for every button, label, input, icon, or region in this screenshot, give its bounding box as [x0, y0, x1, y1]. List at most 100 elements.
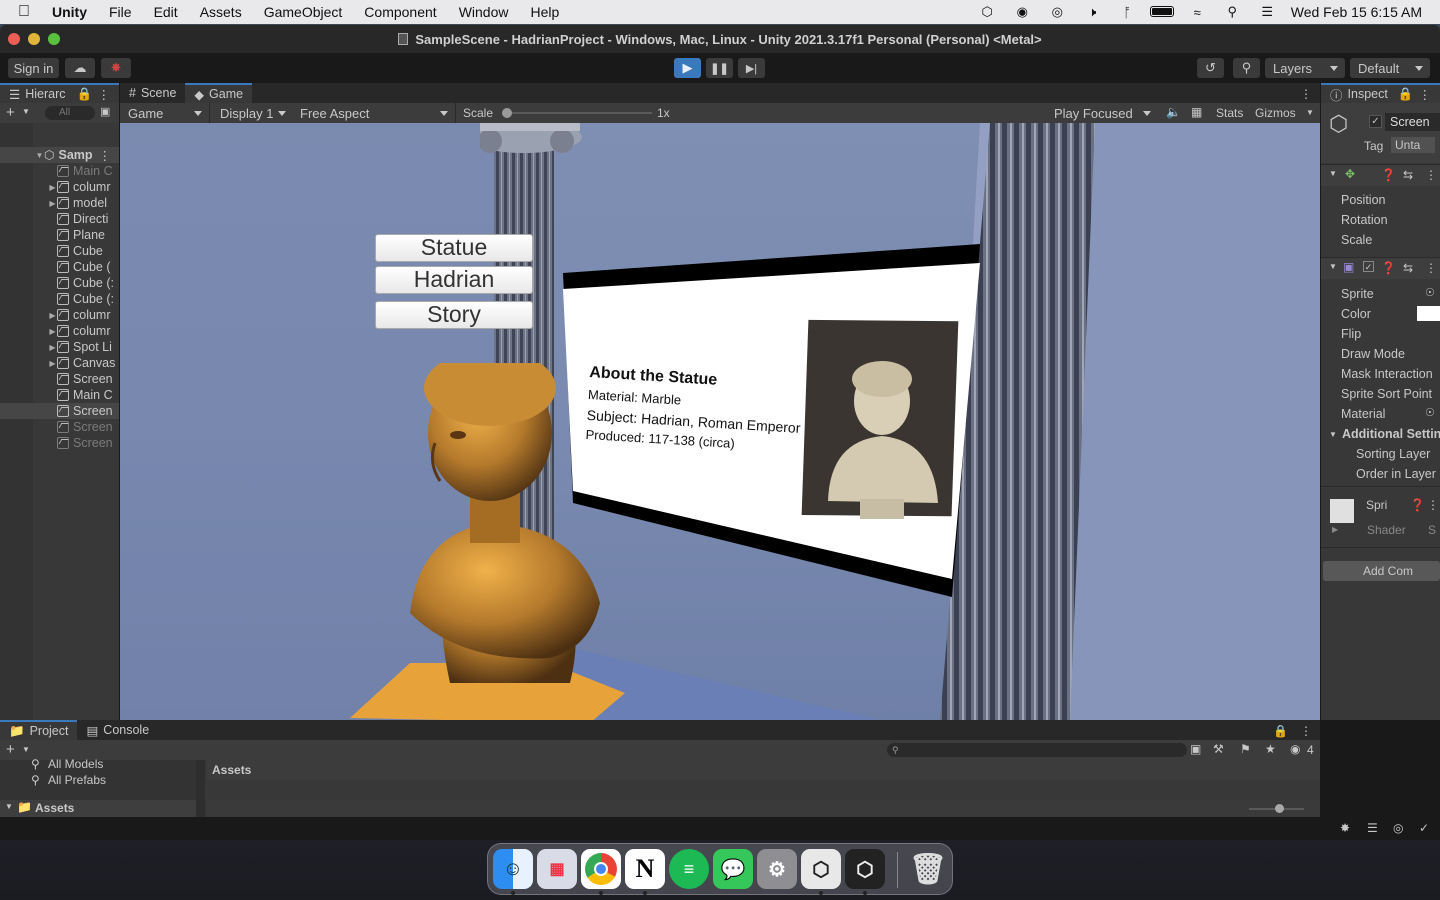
menu-file[interactable]: File [98, 4, 143, 20]
menu-app-name[interactable]: Unity [41, 4, 98, 20]
help-icon[interactable]: ❓ [1410, 498, 1425, 512]
trash-icon[interactable]: 🗑 [908, 849, 948, 889]
preset-icon[interactable]: ⇆ [1403, 168, 1413, 182]
wifi-icon[interactable]: ≈ [1180, 5, 1215, 20]
tab-scene[interactable]: # Scene [120, 83, 186, 103]
search-icon[interactable]: ⚲ [1233, 58, 1260, 78]
hierarchy-item[interactable]: ▶ Canvas [0, 355, 119, 371]
finder-icon[interactable]: ☺ [493, 849, 533, 889]
stats-grid-icon[interactable]: ▦ [1191, 105, 1202, 119]
hierarchy-item[interactable]: Screen [0, 403, 119, 419]
hierarchy-item[interactable]: Main C [0, 387, 119, 403]
scale-slider-thumb[interactable] [502, 108, 512, 118]
hadrian-button[interactable]: Hadrian [375, 266, 533, 294]
tag-dropdown[interactable]: Unta [1391, 137, 1435, 153]
play-button[interactable]: ▶ [674, 58, 701, 78]
messages-icon[interactable]: 💬 [713, 849, 753, 889]
add-icon[interactable]: + [6, 741, 15, 758]
step-button[interactable]: ▶| [738, 58, 765, 78]
expand-arrow-icon[interactable]: ▶ [48, 183, 57, 192]
kebab-menu-icon[interactable]: ⋮ [1427, 498, 1439, 512]
statue-button[interactable]: Statue [375, 234, 533, 262]
scale-slider[interactable] [502, 108, 652, 118]
tab-hierarchy[interactable]: ☰ Hierarc 🔒 ⋮ [0, 83, 119, 103]
game-viewport[interactable]: About the Statue Material: Marble Subjec… [120, 123, 1320, 720]
expand-arrow-icon[interactable]: ▶ [48, 311, 57, 320]
expand-arrow-icon[interactable]: ▼ [1329, 430, 1337, 439]
story-button[interactable]: Story [375, 301, 533, 329]
help-icon[interactable]: ❓ [1381, 168, 1396, 182]
hierarchy-item[interactable]: Cube (: [0, 291, 119, 307]
auto-generate-lighting-icon[interactable]: ◎ [1393, 821, 1403, 835]
cloud-icon[interactable]: ☁ [65, 58, 95, 78]
additional-settings-label[interactable]: Additional Settin [1342, 427, 1440, 441]
chevron-down-icon[interactable]: ▼ [1306, 108, 1314, 117]
unity-hub-icon[interactable]: ⬡ [801, 849, 841, 889]
debug-icon[interactable]: ✸ [1340, 821, 1350, 835]
history-icon[interactable]: ↺ [1197, 58, 1224, 78]
object-name-field[interactable]: Screen [1385, 113, 1440, 131]
collab-icon[interactable]: ✸ [101, 58, 131, 78]
spotlight-search-icon[interactable]: ⚲ [1215, 4, 1250, 20]
volume-icon[interactable]: 🕨 [1075, 4, 1110, 20]
layout-dropdown[interactable]: Default [1350, 58, 1430, 78]
pause-button[interactable]: ❚❚ [706, 58, 733, 78]
layers-dropdown[interactable]: Layers [1265, 58, 1345, 78]
expand-arrow-icon[interactable]: ▼ [1329, 262, 1337, 271]
star-icon[interactable]: ★ [1265, 742, 1276, 756]
gizmos-button[interactable]: Gizmos [1255, 106, 1296, 120]
expand-arrow-icon[interactable]: ▼ [5, 802, 13, 811]
favorite-all-prefabs[interactable]: All Prefabs [48, 773, 106, 787]
scene-visibility-icon[interactable]: ▣ [100, 105, 110, 118]
menu-assets[interactable]: Assets [189, 4, 253, 20]
project-search-input[interactable]: ⚲ [887, 743, 1187, 757]
hierarchy-item[interactable]: Directi [0, 211, 119, 227]
expand-arrow-icon[interactable]: ▶ [1332, 525, 1338, 534]
color-swatch[interactable] [1417, 306, 1440, 321]
hierarchy-item[interactable]: Main C [0, 163, 119, 179]
expand-arrow-icon[interactable]: ▶ [48, 359, 57, 368]
maximize-window-button[interactable] [48, 33, 60, 45]
hierarchy-item[interactable]: ▶ columr [0, 179, 119, 195]
apple-icon[interactable]:  [0, 3, 41, 21]
component-enabled-checkbox[interactable]: ✓ [1363, 261, 1374, 272]
stats-button[interactable]: Stats [1216, 106, 1243, 120]
hierarchy-item[interactable]: ▶ columr [0, 307, 119, 323]
folder-tree-scrollbar[interactable] [196, 760, 205, 817]
icon-size-slider[interactable] [1249, 804, 1304, 813]
tab-game[interactable]: ◆ Game [185, 83, 253, 103]
menu-help[interactable]: Help [519, 4, 570, 20]
display-dropdown[interactable]: Display 1 [212, 103, 294, 123]
spotify-icon[interactable]: ≡ [669, 849, 709, 889]
play-focused-dropdown[interactable]: Play Focused [1046, 103, 1158, 123]
kebab-menu-icon[interactable]: ⋮ [1300, 87, 1320, 103]
favorite-all-models[interactable]: All Models [48, 757, 103, 771]
search-by-type-icon[interactable]: ▣ [1190, 742, 1201, 756]
expand-arrow-icon[interactable]: ▶ [48, 343, 57, 352]
progress-check-icon[interactable]: ✓ [1419, 821, 1429, 835]
help-icon[interactable]: ❓ [1381, 261, 1396, 275]
assets-root-row[interactable]: ▼ 📁 Assets [0, 800, 205, 817]
expand-arrow-icon[interactable]: ▼ [1329, 169, 1337, 178]
kebab-menu-icon[interactable]: ⋮ [98, 87, 111, 102]
hierarchy-search-input[interactable]: All [45, 106, 95, 120]
unity-status-icon[interactable]: ⬡ [970, 4, 1005, 20]
expand-arrow-icon[interactable]: ▶ [48, 327, 57, 336]
kebab-menu-icon[interactable]: ⋮ [1419, 87, 1432, 102]
menu-gameobject[interactable]: GameObject [253, 4, 354, 20]
hierarchy-item[interactable]: ▶ columr [0, 323, 119, 339]
shader-dropdown[interactable]: S [1428, 523, 1436, 537]
menu-edit[interactable]: Edit [143, 4, 189, 20]
breadcrumb[interactable]: Assets [212, 763, 251, 777]
chrome-icon[interactable] [581, 849, 621, 889]
tab-console[interactable]: ▤ Console [77, 720, 159, 740]
chevron-down-icon[interactable]: ▼ [22, 107, 30, 116]
object-picker-icon[interactable]: ☉ [1425, 406, 1435, 419]
airdrop-icon[interactable]: ◎ [1040, 4, 1075, 20]
tab-project[interactable]: 📁 Project [0, 720, 78, 740]
aspect-dropdown[interactable]: Free Aspect [292, 103, 456, 123]
object-picker-icon[interactable]: ☉ [1425, 286, 1435, 299]
hierarchy-item[interactable]: Cube (: [0, 275, 119, 291]
lock-icon[interactable]: 🔒 [1398, 87, 1414, 102]
menu-component[interactable]: Component [353, 4, 447, 20]
